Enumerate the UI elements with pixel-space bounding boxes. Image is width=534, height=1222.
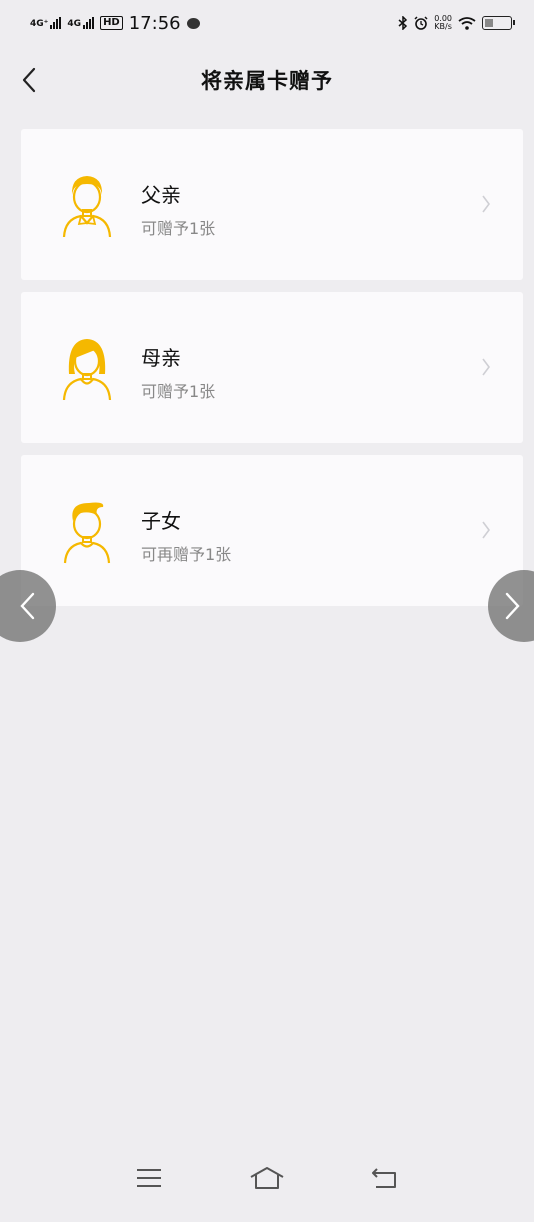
network-label-1: 4G⁺ bbox=[30, 19, 49, 29]
relative-card-father[interactable]: 父亲 可赠予1张 bbox=[21, 129, 523, 280]
chevron-right-icon bbox=[482, 358, 490, 376]
message-icon bbox=[186, 17, 200, 29]
battery-level bbox=[485, 19, 493, 27]
speed-unit: KB/s bbox=[434, 22, 452, 31]
menu-icon bbox=[137, 1169, 161, 1187]
relative-quota: 可赠予1张 bbox=[141, 219, 216, 238]
alarm-icon bbox=[414, 16, 428, 30]
status-bar: 4G⁺ 4G HD 17:56 0.00 KB/s bbox=[0, 0, 534, 46]
relative-name: 母亲 bbox=[141, 346, 181, 370]
mother-avatar-icon bbox=[62, 339, 112, 401]
network-label-2: 4G bbox=[67, 19, 82, 29]
clock: 17:56 bbox=[128, 12, 181, 34]
back-icon bbox=[372, 1168, 396, 1188]
bluetooth-icon bbox=[398, 16, 408, 30]
menu-button[interactable] bbox=[124, 1158, 174, 1198]
battery-icon bbox=[482, 16, 515, 30]
relative-name: 子女 bbox=[141, 509, 181, 533]
system-nav-bar bbox=[0, 1150, 534, 1206]
speed-indicator: 0.00 KB/s bbox=[434, 15, 452, 31]
relative-quota: 可赠予1张 bbox=[141, 382, 216, 401]
chevron-left-icon bbox=[20, 592, 35, 620]
signal-icon bbox=[83, 17, 95, 29]
chevron-right-icon bbox=[482, 195, 490, 213]
chevron-right-icon bbox=[505, 592, 520, 620]
child-avatar-icon bbox=[63, 502, 111, 564]
page-title: 将亲属卡赠予 bbox=[201, 69, 333, 93]
title-bar: 将亲属卡赠予 bbox=[0, 56, 534, 104]
relative-quota: 可再赠予1张 bbox=[141, 545, 232, 564]
hd-icon: HD bbox=[100, 16, 123, 30]
chevron-right-icon bbox=[482, 521, 490, 539]
network-4g-plus: 4G⁺ bbox=[30, 17, 62, 29]
home-icon bbox=[250, 1167, 284, 1189]
status-right: 0.00 KB/s bbox=[398, 15, 515, 31]
home-button[interactable] bbox=[242, 1158, 292, 1198]
wifi-icon bbox=[458, 16, 476, 30]
father-avatar-icon bbox=[62, 176, 112, 238]
back-button[interactable] bbox=[14, 64, 44, 96]
relative-card-child[interactable]: 子女 可再赠予1张 bbox=[21, 455, 523, 606]
chevron-left-icon bbox=[22, 67, 36, 93]
back-nav-button[interactable] bbox=[360, 1158, 410, 1198]
relative-card-mother[interactable]: 母亲 可赠予1张 bbox=[21, 292, 523, 443]
signal-icon bbox=[50, 17, 62, 29]
status-left: 4G⁺ 4G HD 17:56 bbox=[30, 13, 200, 34]
relative-name: 父亲 bbox=[141, 183, 181, 207]
network-4g: 4G bbox=[67, 17, 95, 29]
